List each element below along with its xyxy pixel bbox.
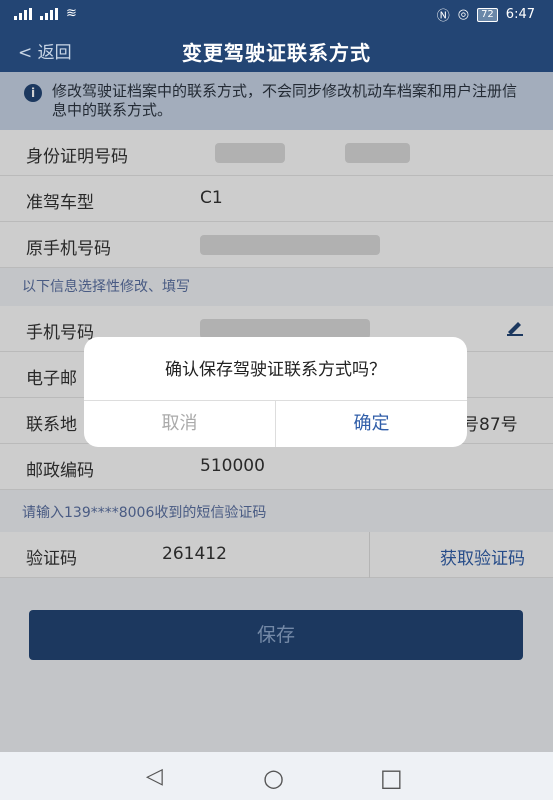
- status-bar: ≋ Ⓝ ◎ 72 6:47: [0, 0, 553, 28]
- confirm-dialog: 确认保存驾驶证联系方式吗？ 取消 确定: [84, 337, 467, 447]
- cancel-button[interactable]: 取消: [84, 400, 275, 447]
- recents-key-icon[interactable]: □: [380, 764, 403, 792]
- clock: 6:47: [505, 7, 535, 22]
- system-nav-bar: ◁ ○ □: [0, 752, 553, 800]
- confirm-button[interactable]: 确定: [276, 400, 467, 447]
- status-left: ≋: [14, 6, 77, 21]
- status-right: Ⓝ ◎ 72 6:47: [437, 5, 535, 24]
- dialog-message: 确认保存驾驶证联系方式吗？: [165, 360, 386, 380]
- signal-icon: [14, 7, 34, 20]
- battery-icon: 72: [477, 7, 498, 22]
- nav-bar: < 返回 变更驾驶证联系方式: [0, 28, 553, 72]
- location-icon: ◎: [457, 7, 470, 22]
- page-title: 变更驾驶证联系方式: [182, 41, 371, 65]
- signal-icon: [40, 7, 60, 20]
- nfc-icon: Ⓝ: [436, 9, 450, 24]
- back-key-icon[interactable]: ◁: [146, 764, 163, 789]
- home-key-icon[interactable]: ○: [263, 764, 284, 792]
- wifi-icon: ≋: [66, 6, 77, 21]
